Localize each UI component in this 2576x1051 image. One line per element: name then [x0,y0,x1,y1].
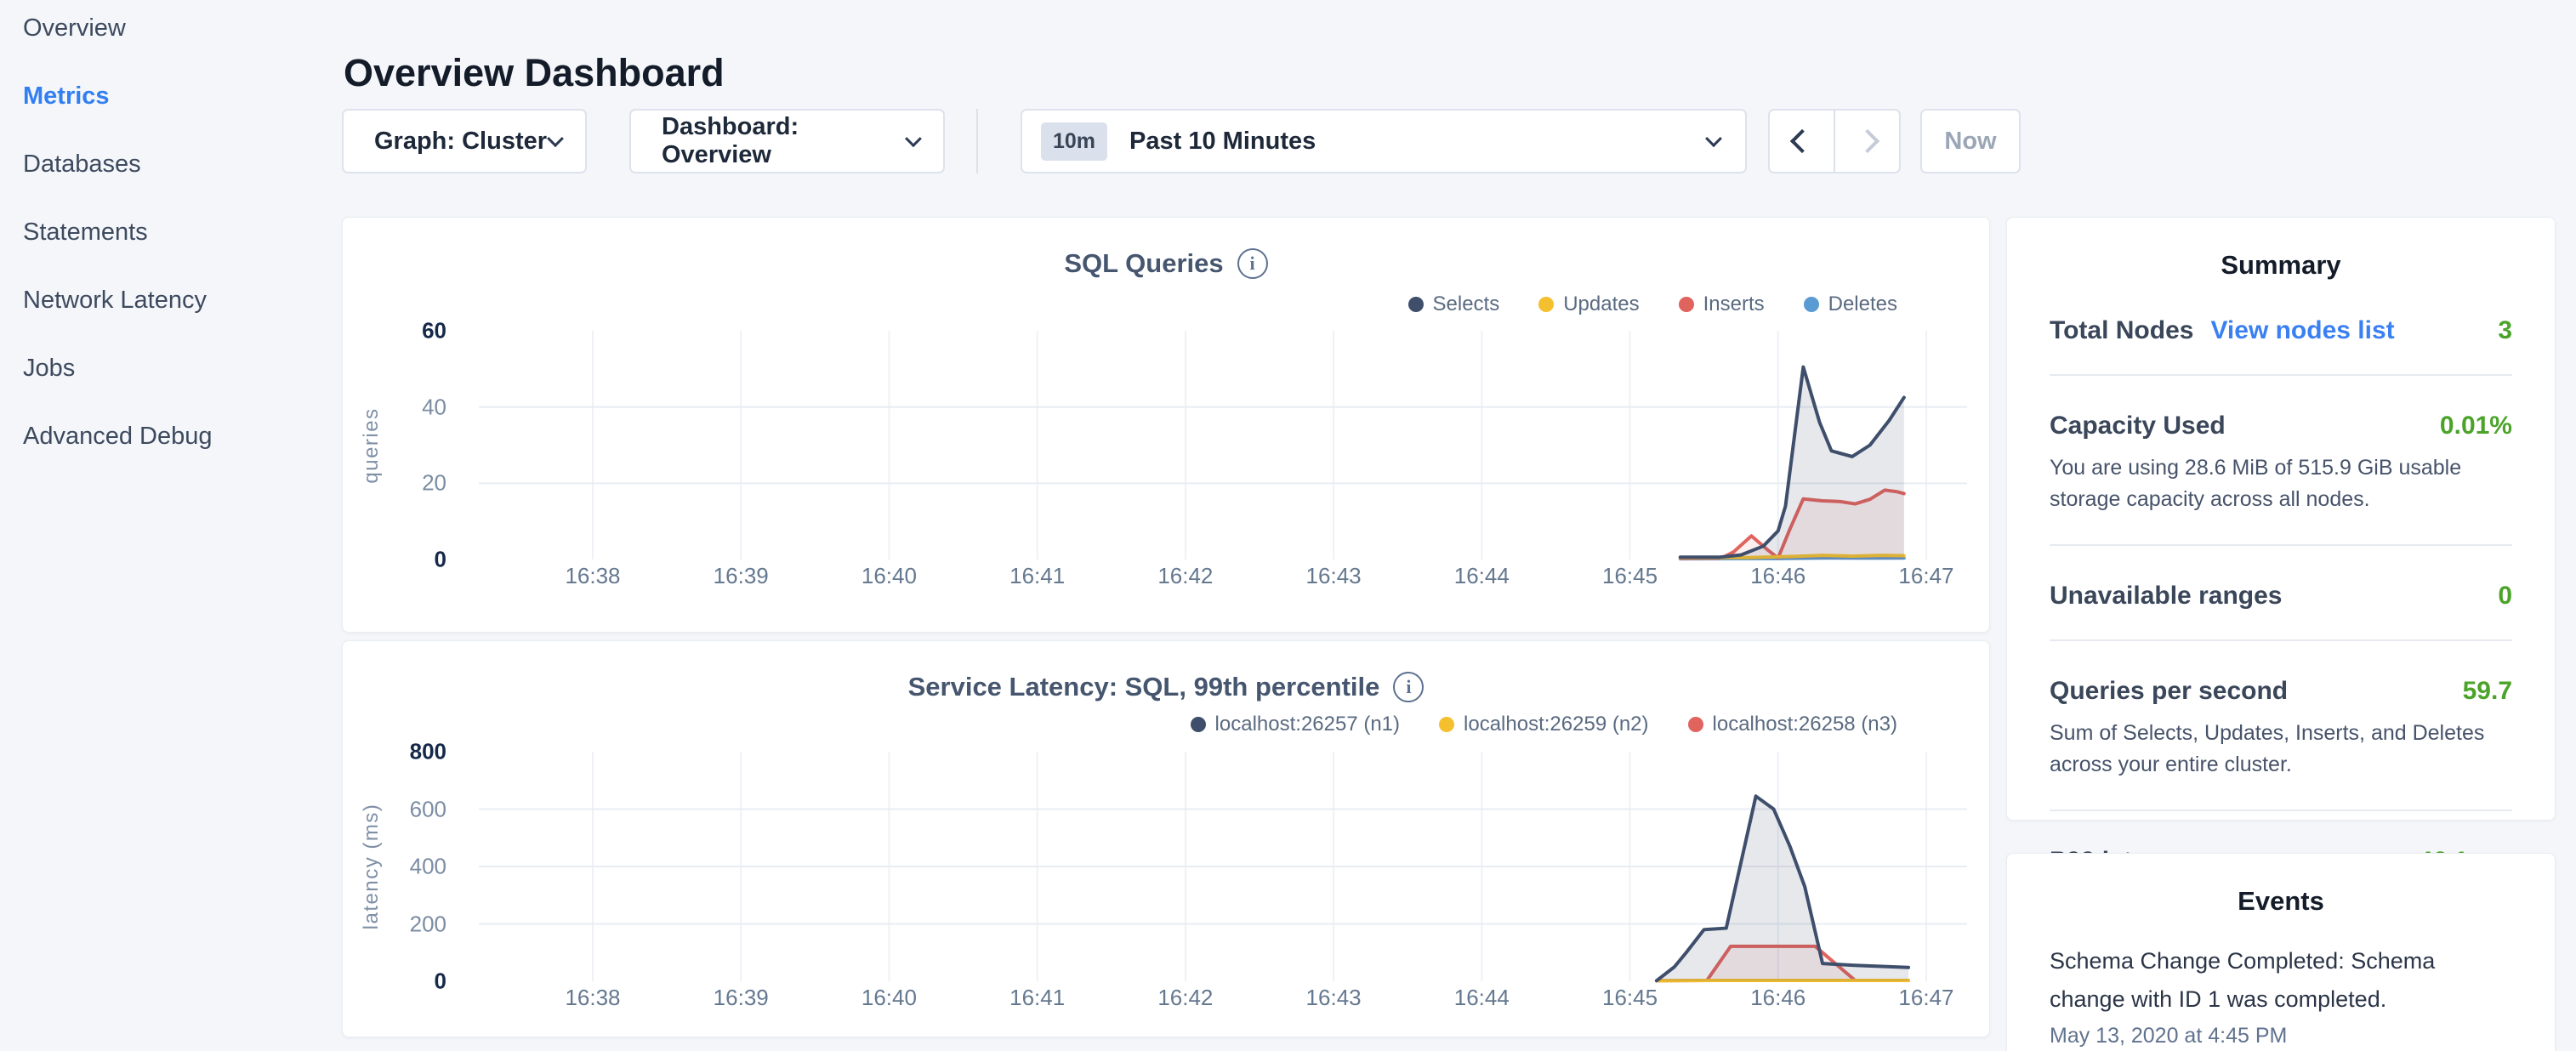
divider [2050,374,2512,376]
sidebar-item-jobs[interactable]: Jobs [23,354,323,383]
summary-row-capacity: Capacity Used 0.01% [2050,412,2512,440]
summary-row-total-nodes: Total Nodes View nodes list 3 [2050,316,2512,345]
time-pager [1768,109,1901,173]
graph-dropdown-label: Graph: Cluster [374,128,547,156]
chevron-down-icon [547,130,564,147]
prev-time-button[interactable] [1770,111,1835,172]
qps-value: 59.7 [2463,677,2512,706]
time-shortcut-badge: 10m [1041,122,1107,161]
events-title: Events [2007,886,2555,917]
toolbar: Graph: Cluster Dashboard: Overview 10m P… [342,109,2021,173]
service-latency-chart-card: Service Latency: SQL, 99th percentile i … [342,640,1990,1037]
event-text: Schema Change Completed: Schema change w… [2050,942,2512,1019]
divider [2050,544,2512,546]
graph-dropdown[interactable]: Graph: Cluster [342,109,587,173]
divider [2050,639,2512,641]
chart-plot-area[interactable] [343,218,1991,633]
unavailable-ranges-label: Unavailable ranges [2050,582,2282,611]
summary-row-unavailable-ranges: Unavailable ranges 0 [2050,582,2512,611]
sidebar: Overview Metrics Databases Statements Ne… [0,0,323,490]
next-time-button[interactable] [1835,111,1899,172]
page: Overview Metrics Databases Statements Ne… [0,0,2576,1051]
total-nodes-value: 3 [2498,316,2512,345]
unavailable-ranges-value: 0 [2498,582,2512,611]
page-title: Overview Dashboard [344,51,725,95]
capacity-value: 0.01% [2440,412,2512,440]
toolbar-divider [976,109,978,173]
sidebar-item-advanced-debug[interactable]: Advanced Debug [23,422,323,451]
summary-title: Summary [2007,250,2555,281]
sidebar-item-metrics[interactable]: Metrics [23,82,323,111]
summary-row-qps: Queries per second 59.7 [2050,677,2512,706]
sidebar-item-network-latency[interactable]: Network Latency [23,286,323,315]
time-range-label: Past 10 Minutes [1129,128,1708,156]
now-button[interactable]: Now [1920,109,2021,173]
chart-plot-area[interactable] [343,641,1991,1038]
divider [2050,810,2512,811]
view-nodes-list-link[interactable]: View nodes list [2210,316,2394,345]
capacity-label: Capacity Used [2050,412,2226,440]
events-panel: Events Schema Change Completed: Schema c… [2006,853,2556,1051]
chevron-down-icon [1705,130,1722,147]
sql-queries-chart-card: SQL Queries i SelectsUpdatesInsertsDelet… [342,217,1990,633]
chevron-right-icon [1855,129,1879,153]
sidebar-item-statements[interactable]: Statements [23,218,323,247]
event-timestamp: May 13, 2020 at 4:45 PM [2050,1024,2512,1048]
total-nodes-label: Total Nodes [2050,316,2193,345]
chevron-left-icon [1789,129,1813,153]
series-area-localhost:26257 (n1) [1657,796,1908,981]
qps-description: Sum of Selects, Updates, Inserts, and De… [2050,718,2512,781]
sidebar-item-databases[interactable]: Databases [23,150,323,179]
qps-label: Queries per second [2050,677,2288,706]
summary-panel: Summary Total Nodes View nodes list 3 Ca… [2006,217,2556,821]
sidebar-item-overview[interactable]: Overview [23,14,323,43]
dashboard-dropdown-label: Dashboard: Overview [662,113,907,169]
capacity-description: You are using 28.6 MiB of 515.9 GiB usab… [2050,452,2512,515]
time-range-picker[interactable]: 10m Past 10 Minutes [1021,109,1747,173]
dashboard-dropdown[interactable]: Dashboard: Overview [629,109,945,173]
